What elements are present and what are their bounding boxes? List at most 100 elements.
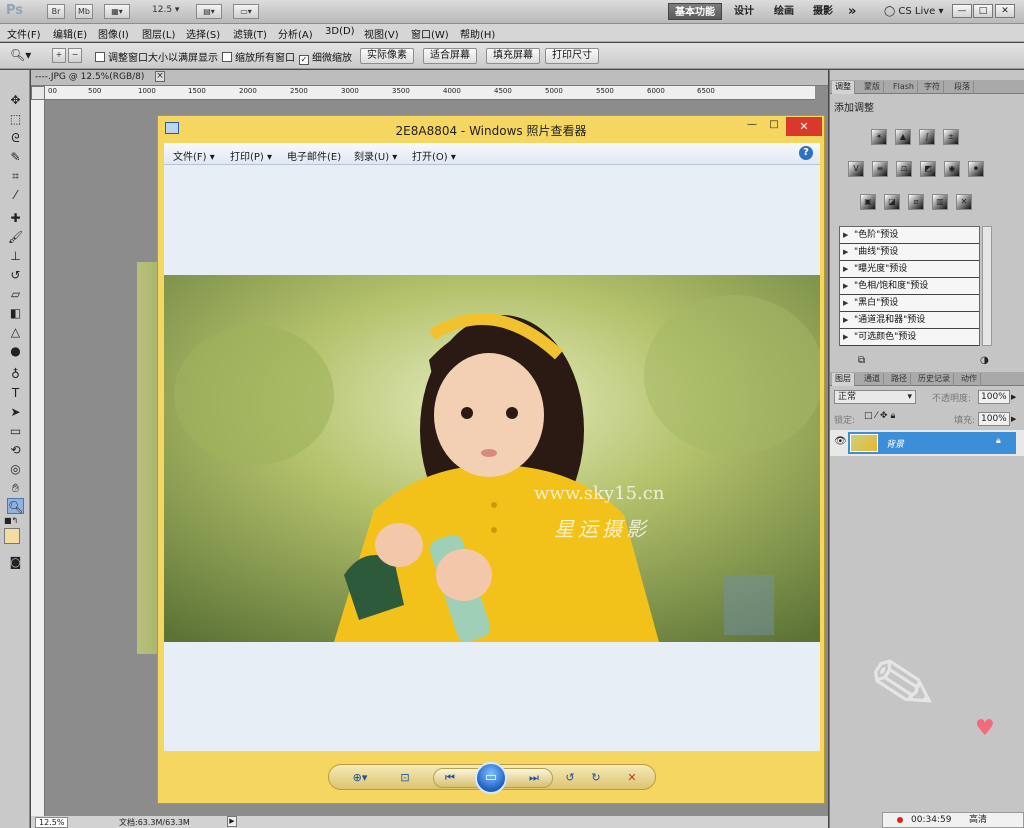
menu-help[interactable]: 帮助(H) <box>460 26 495 41</box>
history-brush-tool-icon[interactable]: ↺ <box>7 267 24 283</box>
preset-list-scrollbar[interactable] <box>982 226 992 346</box>
viewer-menu-file[interactable]: 文件(F) ▾ <box>173 148 215 163</box>
marquee-tool-icon[interactable]: ⬚ <box>7 111 24 127</box>
menu-file[interactable]: 文件(F) <box>7 26 41 41</box>
viewer-actual-size-icon[interactable]: ⊡ <box>395 769 415 787</box>
maximize-button[interactable]: □ <box>973 4 993 18</box>
fill-screen-button[interactable]: 填充屏幕 <box>486 48 540 64</box>
eraser-tool-icon[interactable]: ▱ <box>7 286 24 302</box>
tab-actions[interactable]: 动作 <box>958 373 981 386</box>
preset-hue-saturation[interactable]: "色相/饱和度"预设 <box>840 278 979 295</box>
shape-tool-icon[interactable]: ▭ <box>7 423 24 439</box>
tab-paragraph[interactable]: 段落 <box>951 81 974 94</box>
3d-rotate-tool-icon[interactable]: ⟲ <box>7 442 24 458</box>
vertical-ruler[interactable] <box>31 100 45 816</box>
viewer-help-icon[interactable]: ? <box>799 146 813 160</box>
viewer-menu-burn[interactable]: 刻录(U) ▾ <box>354 148 397 163</box>
levels-icon[interactable]: ▲ <box>895 129 911 145</box>
channel-mixer-icon[interactable]: ⚫ <box>968 161 984 177</box>
resize-windows-checkbox[interactable]: 调整窗口大小以满屏显示 <box>95 49 218 64</box>
tab-paths[interactable]: 路径 <box>888 373 911 386</box>
quick-select-tool-icon[interactable]: ✎ <box>7 149 24 165</box>
workspace-essentials[interactable]: 基本功能 <box>668 3 722 20</box>
menu-view[interactable]: 视图(V) <box>364 26 399 41</box>
menu-image[interactable]: 图像(I) <box>98 26 129 41</box>
zoom-all-windows-checkbox[interactable]: 缩放所有窗口 <box>222 49 295 64</box>
menu-select[interactable]: 选择(S) <box>186 26 220 41</box>
dodge-tool-icon[interactable]: ● <box>7 343 24 359</box>
workspace-design[interactable]: 设计 <box>728 3 760 20</box>
zoom-out-icon[interactable]: − <box>68 48 82 63</box>
document-close-icon[interactable]: × <box>155 71 165 82</box>
layer-visibility-eye-icon[interactable]: 👁︎ <box>834 436 847 448</box>
minimize-button[interactable]: — <box>952 4 972 18</box>
viewer-delete-icon[interactable]: ✕ <box>623 769 641 787</box>
viewer-previous-icon[interactable]: ⏮ <box>439 769 461 787</box>
preset-channel-mixer[interactable]: "通道混和器"预设 <box>840 312 979 329</box>
path-select-tool-icon[interactable]: ➤ <box>7 404 24 420</box>
crop-tool-icon[interactable]: ⌗ <box>7 168 24 184</box>
viewer-next-icon[interactable]: ⏭ <box>523 769 545 787</box>
default-colors-icon[interactable]: ■↰ <box>4 516 26 526</box>
foreground-color-swatch[interactable] <box>4 528 20 544</box>
curves-icon[interactable]: ∫ <box>919 129 935 145</box>
horizontal-ruler[interactable]: 00 500 1000 1500 2000 2500 3000 3500 400… <box>45 86 815 100</box>
gradient-map-icon[interactable]: ▥ <box>932 194 948 210</box>
vibrance-icon[interactable]: V <box>848 161 864 177</box>
tab-channels[interactable]: 通道 <box>861 373 884 386</box>
actual-pixels-button[interactable]: 实际像素 <box>360 48 414 64</box>
photo-filter-icon[interactable]: ◉ <box>944 161 960 177</box>
pen-tool-icon[interactable]: ♁ <box>7 366 24 382</box>
layer-background[interactable]: 背景 🔒︎ <box>848 432 1016 454</box>
viewer-maximize-button[interactable]: □ <box>764 119 784 130</box>
tab-layers[interactable]: 图层 <box>832 373 855 386</box>
preset-levels[interactable]: "色阶"预设 <box>840 227 979 244</box>
adjust-clip-icon[interactable]: ⧉ <box>858 355 865 366</box>
tab-flash[interactable]: Flash <box>890 81 918 94</box>
ruler-origin[interactable] <box>31 86 45 100</box>
blend-mode-select[interactable]: 正常 ▾ <box>834 390 916 404</box>
tab-masks[interactable]: 蒙版 <box>861 81 884 94</box>
record-quality[interactable]: 高清 <box>969 813 987 827</box>
type-tool-icon[interactable]: T <box>7 385 24 401</box>
fill-input[interactable]: 100% <box>978 412 1010 426</box>
viewer-zoom-icon[interactable]: ⊕▾ <box>347 769 373 787</box>
viewer-menu-email[interactable]: 电子邮件(E) <box>287 148 341 163</box>
selective-color-icon[interactable]: ✕ <box>956 194 972 210</box>
brightness-icon[interactable]: ☀ <box>871 129 887 145</box>
lock-icons[interactable]: □⁄✥🔒︎ <box>864 411 898 421</box>
zoom-combo[interactable]: 12.5 ▾ <box>152 5 179 15</box>
print-size-button[interactable]: 打印尺寸 <box>545 48 599 64</box>
viewer-rotate-right-icon[interactable]: ↻ <box>587 769 605 787</box>
menu-layer[interactable]: 图层(L) <box>142 26 175 41</box>
tab-adjustments[interactable]: 调整 <box>832 81 855 94</box>
cs-live-button[interactable]: ◯ CS Live ▾ <box>884 6 944 17</box>
move-tool-icon[interactable]: ✥ <box>7 92 24 108</box>
preset-black-white[interactable]: "黑白"预设 <box>840 295 979 312</box>
tab-history[interactable]: 历史记录 <box>915 373 954 386</box>
black-white-icon[interactable]: ◩ <box>920 161 936 177</box>
brush-tool-icon[interactable]: 🖌︎ <box>7 229 24 245</box>
zoom-in-icon[interactable]: + <box>52 48 66 63</box>
preset-curves[interactable]: "曲线"预设 <box>840 244 979 261</box>
viewer-close-button[interactable]: ✕ <box>786 117 822 136</box>
view-extras-button[interactable]: ▦▾ <box>104 4 130 19</box>
status-menu-arrow-icon[interactable]: ▶ <box>227 816 237 827</box>
preset-selective-color[interactable]: "可选颜色"预设 <box>840 329 979 346</box>
document-tab[interactable]: ----.JPG @ 12.5%(RGB/8) × <box>31 70 828 86</box>
opacity-input[interactable]: 100% <box>978 390 1010 404</box>
minibridge-button[interactable]: Mb <box>75 4 93 19</box>
zoom-tool-preset-icon[interactable]: 🔍︎▾ <box>10 48 31 62</box>
fill-arrow-icon[interactable]: ▶ <box>1011 412 1021 426</box>
posterize-icon[interactable]: ◪ <box>884 194 900 210</box>
status-zoom[interactable]: 12.5% <box>35 817 69 828</box>
preset-exposure[interactable]: "曝光度"预设 <box>840 261 979 278</box>
tab-character[interactable]: 字符 <box>921 81 944 94</box>
workspace-photography[interactable]: 摄影 <box>807 3 839 20</box>
color-balance-icon[interactable]: ⚖ <box>896 161 912 177</box>
viewer-slideshow-icon[interactable]: ▭ <box>475 762 507 794</box>
quick-mask-icon[interactable]: ◙ <box>7 554 24 570</box>
menu-window[interactable]: 窗口(W) <box>411 26 449 41</box>
menu-3d[interactable]: 3D(D) <box>325 26 355 37</box>
bridge-button[interactable]: Br <box>47 4 65 19</box>
